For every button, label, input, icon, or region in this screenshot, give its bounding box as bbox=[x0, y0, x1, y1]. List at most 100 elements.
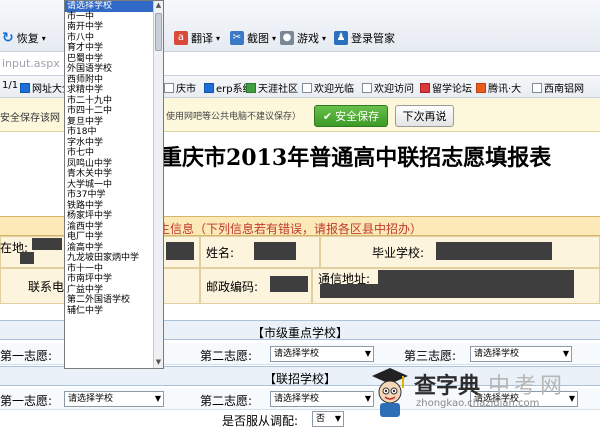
dropdown-option[interactable]: 请选择学校 bbox=[65, 1, 163, 12]
dropdown-option[interactable]: 辅仁中学 bbox=[65, 306, 163, 317]
dropdown-option[interactable]: 第二外国语学校 bbox=[65, 295, 163, 306]
wish1-label: 第一志愿: bbox=[0, 394, 53, 408]
adjust-select[interactable]: 否 ▼ bbox=[312, 411, 344, 427]
dropdown-option[interactable]: 广益中学 bbox=[65, 285, 163, 296]
postcode-label: 邮政编码: bbox=[206, 280, 259, 294]
dropdown-option[interactable]: 复旦中学 bbox=[65, 117, 163, 128]
tianya-icon bbox=[246, 82, 256, 93]
page-icon bbox=[532, 82, 542, 93]
dropdown-option[interactable]: 渝西中学 bbox=[65, 222, 163, 233]
chevron-down-icon: ▾ bbox=[41, 33, 46, 43]
redacted-school bbox=[436, 242, 552, 260]
favorite-item[interactable]: 欢迎访问 bbox=[362, 80, 414, 95]
gamepad-icon: ● bbox=[280, 31, 294, 45]
redacted-value bbox=[20, 252, 34, 264]
favorite-item[interactable]: 欢迎光临 bbox=[302, 80, 354, 95]
games-button[interactable]: ● 游戏 ▾ bbox=[280, 30, 326, 46]
chevron-down-icon: ▼ bbox=[364, 349, 371, 358]
dropdown-option[interactable]: 市18中 bbox=[65, 127, 163, 138]
translate-button[interactable]: a 翻译 ▾ bbox=[174, 30, 220, 46]
user-icon: ♟ bbox=[334, 31, 348, 45]
chevron-down-icon: ▾ bbox=[322, 33, 327, 43]
redacted-name bbox=[254, 242, 296, 260]
address-url: input.aspx bbox=[2, 57, 60, 70]
screenshot-button[interactable]: ✂ 截图 ▾ bbox=[230, 30, 276, 46]
key-wish3-select[interactable]: 请选择学校 ▼ bbox=[470, 346, 572, 362]
dropdown-option[interactable]: 电厂中学 bbox=[65, 232, 163, 243]
page-icon bbox=[204, 82, 214, 93]
favorite-item[interactable]: 腾讯·大 bbox=[476, 80, 521, 95]
name-label: 姓名: bbox=[206, 246, 235, 260]
dropdown-option[interactable]: 市四十二中 bbox=[65, 106, 163, 117]
globe-icon bbox=[20, 82, 30, 93]
dropdown-option[interactable]: 育才中学 bbox=[65, 43, 163, 54]
dropdown-option[interactable]: 巴蜀中学 bbox=[65, 54, 163, 65]
redacted-postcode bbox=[270, 276, 308, 292]
dropdown-option[interactable]: 青木关中学 bbox=[65, 169, 163, 180]
chevron-down-icon: ▾ bbox=[216, 33, 221, 43]
scroll-down-icon[interactable]: ▼ bbox=[154, 358, 163, 368]
page-icon bbox=[302, 82, 312, 93]
school-dropdown-list[interactable]: 请选择学校 市一中 南开中学 市八中 育才中学 巴蜀中学 外国语学校 西师附中 求精中学 市二十九… bbox=[64, 0, 164, 369]
tencent-icon bbox=[476, 82, 486, 93]
joint-wish2-select[interactable]: 请选择学校 ▼ bbox=[270, 391, 374, 407]
favbar-prefix: 1/1 bbox=[2, 80, 19, 91]
dropdown-option[interactable]: 凤鸣山中学 bbox=[65, 159, 163, 170]
favorite-item[interactable]: 天涯社区 bbox=[246, 80, 298, 95]
dropdown-option[interactable]: 铁路中学 bbox=[65, 201, 163, 212]
wish2-label: 第二志愿: bbox=[200, 394, 253, 408]
dropdown-option[interactable]: 市十一中 bbox=[65, 264, 163, 275]
scroll-up-icon[interactable]: ▲ bbox=[154, 1, 163, 11]
grad-school-label: 毕业学校: bbox=[372, 246, 425, 260]
recover-button[interactable]: ↻ 恢复 ▾ bbox=[2, 30, 46, 46]
dropdown-option[interactable]: 求精中学 bbox=[65, 85, 163, 96]
mascot-icon bbox=[372, 368, 408, 417]
dropdown-option[interactable]: 市南坪中学 bbox=[65, 274, 163, 285]
watermark-brand2: 中考网 bbox=[488, 374, 567, 399]
translate-icon: a bbox=[174, 31, 188, 45]
key-wish2-select[interactable]: 请选择学校 ▼ bbox=[270, 346, 374, 362]
chevron-down-icon: ▼ bbox=[154, 394, 161, 403]
joint-wish1-select[interactable]: 请选择学校 ▼ bbox=[64, 391, 164, 407]
dropdown-option[interactable]: 外国语学校 bbox=[65, 64, 163, 75]
redacted-address bbox=[378, 270, 574, 284]
secure-save-button[interactable]: ✔ 安全保存 bbox=[314, 105, 388, 127]
dropdown-scrollbar[interactable]: ▲ ▼ bbox=[153, 1, 163, 368]
dropdown-option[interactable]: 市七中 bbox=[65, 148, 163, 159]
redacted-value bbox=[32, 238, 62, 250]
favorite-item[interactable]: 西南铝网 bbox=[532, 80, 584, 95]
dropdown-option[interactable]: 市八中 bbox=[65, 33, 163, 44]
refresh-icon: ↻ bbox=[2, 30, 14, 46]
wish2-label: 第二志愿: bbox=[200, 349, 253, 363]
page-title: 重庆市2013年普通高中联招志愿填报表 bbox=[160, 145, 552, 171]
dropdown-option[interactable]: 南开中学 bbox=[65, 22, 163, 33]
dropdown-option[interactable]: 大学城一中 bbox=[65, 180, 163, 191]
wish1-label: 第一志愿: bbox=[0, 349, 53, 363]
scissors-icon: ✂ bbox=[230, 31, 244, 45]
scroll-thumb[interactable] bbox=[155, 13, 162, 51]
dropdown-items: 请选择学校 市一中 南开中学 市八中 育才中学 巴蜀中学 外国语学校 西师附中 求精中学 市二十九… bbox=[65, 1, 163, 316]
later-button[interactable]: 下次再说 bbox=[395, 105, 454, 127]
forum-icon bbox=[420, 82, 430, 93]
shield-check-icon: ✔ bbox=[322, 109, 333, 123]
dropdown-option[interactable]: 九龙坡田家炳中学 bbox=[65, 253, 163, 264]
dropdown-option[interactable]: 市37中学 bbox=[65, 190, 163, 201]
chevron-down-icon: ▾ bbox=[272, 33, 277, 43]
favorite-item[interactable]: 庆市 bbox=[164, 80, 196, 95]
dropdown-option[interactable]: 渝高中学 bbox=[65, 243, 163, 254]
favorite-item[interactable]: 留学论坛 bbox=[420, 80, 472, 95]
adjust-label: 是否服从调配: bbox=[222, 414, 299, 428]
login-manager-button[interactable]: ♟ 登录管家 bbox=[334, 30, 395, 46]
redacted-address bbox=[320, 284, 574, 298]
dropdown-option[interactable]: 字水中学 bbox=[65, 138, 163, 149]
chevron-down-icon: ▼ bbox=[334, 414, 341, 423]
dropdown-option[interactable]: 市一中 bbox=[65, 12, 163, 23]
watermark-brand: 查字典 bbox=[414, 374, 481, 399]
watermark-url: zhongkao.chazidian.com bbox=[416, 398, 540, 409]
dropdown-option[interactable]: 西师附中 bbox=[65, 75, 163, 86]
recover-label: 恢复 bbox=[16, 32, 39, 45]
redacted-value bbox=[166, 242, 194, 260]
dropdown-option[interactable]: 杨家坪中学 bbox=[65, 211, 163, 222]
dropdown-option[interactable]: 市二十九中 bbox=[65, 96, 163, 107]
savebar-hint: 使用网吧等公共电脑不建议保存） bbox=[166, 112, 302, 122]
